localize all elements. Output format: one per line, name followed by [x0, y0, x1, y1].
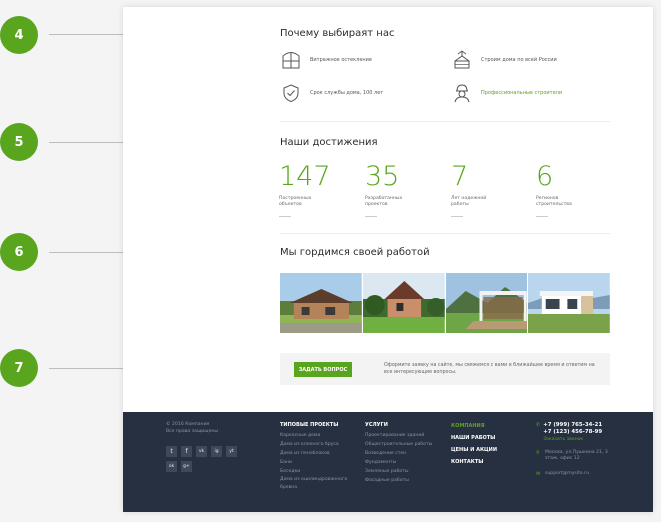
feature-builders[interactable]: Профессиональные строители [452, 83, 562, 103]
section-divider [280, 121, 610, 122]
house-photo-4[interactable] [528, 273, 610, 333]
footer-link[interactable]: Беседки [280, 467, 350, 476]
phone-icon: ✆ [536, 422, 541, 428]
feature-label: Строим дома по всей России [481, 57, 557, 63]
facebook-icon[interactable]: f [181, 446, 192, 457]
house-photo-1[interactable] [280, 273, 363, 333]
stat-label: Разработанных проектов [365, 196, 403, 208]
shield-check-icon [283, 84, 299, 103]
stat-underline [365, 215, 377, 217]
stat-projects: 35 Разработанных проектов [365, 163, 445, 217]
crane-house-icon [454, 50, 470, 69]
footer-link[interactable]: Земляные работы [365, 467, 432, 476]
callout-marker-5: 5 [0, 123, 38, 161]
stat-value: 6 [536, 161, 554, 192]
gallery-title: Мы гордимся своей работой [280, 247, 430, 258]
stat-years: 7 Лет надежной работы [451, 163, 531, 217]
site-footer: © 2016 Компания Все права защищены t f v… [123, 412, 653, 512]
question-text: Оформите заявку на сайте, мы свяжемся с … [384, 363, 595, 375]
feature-lifetime: Срок службы дома, 100 лет [281, 83, 383, 103]
stat-value: 35 [365, 161, 400, 192]
section-divider [280, 233, 610, 234]
footer-link[interactable]: Возведение стен [365, 449, 432, 458]
callout-marker-7: 7 [0, 349, 38, 387]
stat-underline [279, 215, 291, 217]
photo-gallery [280, 273, 610, 333]
footer-link[interactable]: Проектирование зданий [365, 431, 432, 440]
services-heading[interactable]: УСЛУГИ [365, 422, 432, 428]
twitter-icon[interactable]: t [166, 446, 177, 457]
footer-link[interactable]: Общестроительные работы [365, 440, 432, 449]
footer-link[interactable]: Дома из оцилиндрованного бревна [280, 476, 350, 492]
stat-value: 147 [279, 161, 331, 192]
instagram-icon[interactable]: ig [211, 446, 222, 457]
stat-label: Лет надежной работы [451, 196, 487, 208]
footer-link[interactable]: Дома из пеноблоков [280, 449, 350, 458]
google-plus-icon[interactable]: g+ [181, 461, 192, 472]
phone-primary[interactable]: +7 (999) 765-34-21 [543, 422, 602, 429]
footer-link[interactable]: Каркасные дома [280, 431, 350, 440]
email-link[interactable]: support@mysite.ru [545, 471, 589, 477]
callout-marker-4: 4 [0, 16, 38, 54]
location-pin-icon: ⚲ [536, 450, 540, 456]
address-text: Москва, ул.Пушкина 21, 3 этаж, офис 12 [545, 450, 608, 462]
feature-glazing: Витражное остекление [281, 50, 372, 70]
ask-question-button[interactable]: ЗАДАТЬ ВОПРОС [294, 362, 352, 377]
nav-works[interactable]: НАШИ РАБОТЫ [451, 432, 497, 444]
feature-russia: Строим дома по всей России [452, 50, 557, 70]
email-row: ✉ support@mysite.ru [536, 471, 615, 477]
callback-link[interactable]: Заказать звонок [543, 437, 602, 442]
feature-label-link[interactable]: Профессиональные строители [481, 90, 562, 96]
stat-regions: 6 Регионов строительства [536, 163, 616, 217]
house-photo-2[interactable] [362, 273, 446, 333]
stat-underline [536, 215, 548, 217]
stat-objects: 147 Построенных объектов [279, 163, 359, 217]
stat-label: Построенных объектов [279, 196, 312, 208]
footer-copyright: © 2016 Компания Все права защищены [166, 422, 218, 435]
page-card: Почему выбираят нас Витражное остекление… [123, 7, 653, 512]
social-links: t f vk ig yt ok g+ [166, 446, 248, 472]
footer-link[interactable]: Дома из клееного бруса [280, 440, 350, 449]
footer-projects: ТИПОВЫЕ ПРОЕКТЫ Каркасные дома Дома из к… [280, 422, 350, 492]
achievements-title: Наши достижения [280, 137, 378, 148]
callout-marker-6: 6 [0, 233, 38, 271]
projects-heading[interactable]: ТИПОВЫЕ ПРОЕКТЫ [280, 422, 350, 428]
window-icon [282, 52, 300, 69]
odnoklassniki-icon[interactable]: ok [166, 461, 177, 472]
why-us-title: Почему выбираят нас [280, 28, 395, 39]
copyright-text: © 2016 Компания [166, 422, 210, 427]
feature-label: Витражное остекление [310, 57, 373, 63]
vk-icon[interactable]: vk [196, 446, 207, 457]
builder-icon [454, 84, 470, 103]
phone-secondary[interactable]: +7 (123) 456-78-99 [543, 429, 602, 436]
house-photo-3[interactable] [445, 273, 529, 333]
nav-prices[interactable]: ЦЕНЫ И АКЦИИ [451, 444, 497, 456]
footer-link[interactable]: Бани [280, 458, 350, 467]
feature-label: Срок службы дома, 100 лет [310, 90, 384, 96]
footer-services: УСЛУГИ Проектирование зданий Общестроите… [365, 422, 432, 485]
nav-company[interactable]: КОМПАНИЯ [451, 420, 497, 432]
address-row: ⚲ Москва, ул.Пушкина 21, 3 этаж, офис 12 [536, 450, 615, 463]
nav-contacts[interactable]: КОНТАКТЫ [451, 456, 497, 468]
envelope-icon: ✉ [536, 470, 541, 477]
stat-label: Регионов строительства [536, 196, 572, 208]
rights-text: Все права защищены [166, 428, 219, 434]
stat-underline [451, 215, 463, 217]
footer-contacts: ✆ +7 (999) 765-34-21 +7 (123) 456-78-99 … [536, 422, 615, 477]
youtube-icon[interactable]: yt [226, 446, 237, 457]
stat-value: 7 [451, 161, 469, 192]
footer-link[interactable]: Фундаменты [365, 458, 432, 467]
question-bar: ЗАДАТЬ ВОПРОС Оформите заявку на сайте, … [280, 353, 610, 385]
footer-link[interactable]: Фасадные работы [365, 476, 432, 485]
footer-nav: КОМПАНИЯ НАШИ РАБОТЫ ЦЕНЫ И АКЦИИ КОНТАК… [451, 420, 497, 468]
